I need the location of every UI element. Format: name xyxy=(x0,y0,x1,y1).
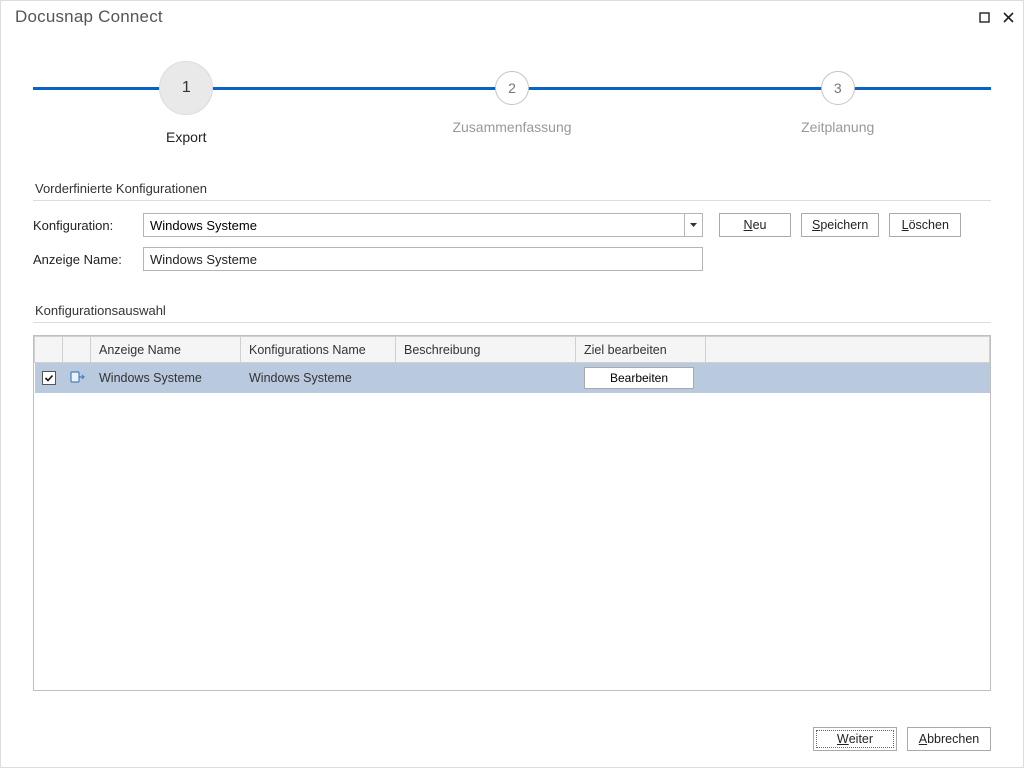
edit-row-button[interactable]: Bearbeiten xyxy=(584,367,694,389)
row-spacer xyxy=(706,363,990,394)
titlebar: Docusnap Connect xyxy=(1,1,1023,33)
step-label-1: Export xyxy=(86,129,286,145)
section-predef-title: Vorderfinierte Konfigurationen xyxy=(33,173,991,201)
save-button[interactable]: Speichern xyxy=(801,213,879,237)
window-title: Docusnap Connect xyxy=(15,7,163,27)
row-config: Konfiguration: Neu Speichern Löschen xyxy=(33,213,991,237)
section-select-title: Konfigurationsauswahl xyxy=(33,295,991,323)
row-edit-cell: Bearbeiten xyxy=(576,363,706,394)
row-icon-cell xyxy=(63,363,91,394)
grid-header-spacer xyxy=(706,337,990,363)
chevron-down-icon[interactable] xyxy=(684,214,702,236)
delete-button[interactable]: Löschen xyxy=(889,213,961,237)
config-label: Konfiguration: xyxy=(33,218,143,233)
displayname-input[interactable] xyxy=(143,247,703,271)
export-icon xyxy=(69,374,85,388)
row-checkbox-cell[interactable] xyxy=(35,363,63,394)
wizard-step-1[interactable]: 1 Export xyxy=(86,53,286,145)
config-side-buttons: Neu Speichern Löschen xyxy=(719,213,961,237)
step-label-2: Zusammenfassung xyxy=(412,119,612,135)
grid-header-check xyxy=(35,337,63,363)
title-strong: Docusnap xyxy=(15,7,93,26)
wizard-steps: 1 Export 2 Zusammenfassung 3 Zeitplanung xyxy=(33,53,991,163)
wizard-step-3[interactable]: 3 Zeitplanung xyxy=(738,53,938,135)
grid-header-row: Anzeige Name Konfigurations Name Beschre… xyxy=(35,337,990,363)
config-grid: Anzeige Name Konfigurations Name Beschre… xyxy=(33,335,991,691)
grid-header-configname[interactable]: Konfigurations Name xyxy=(241,337,396,363)
step-circle-3: 3 xyxy=(821,71,855,105)
new-button[interactable]: Neu xyxy=(719,213,791,237)
row-description xyxy=(396,363,576,394)
title-light: Connect xyxy=(98,7,163,26)
row-displayname: Windows Systeme xyxy=(91,363,241,394)
config-dropdown-input[interactable] xyxy=(144,214,684,236)
step-circle-2: 2 xyxy=(495,71,529,105)
maximize-icon[interactable] xyxy=(977,10,991,24)
step-label-3: Zeitplanung xyxy=(738,119,938,135)
grid-header-edittarget[interactable]: Ziel bearbeiten xyxy=(576,337,706,363)
cancel-button[interactable]: Abbrechen xyxy=(907,727,991,751)
row-displayname: Anzeige Name: xyxy=(33,247,991,271)
checkbox-icon[interactable] xyxy=(42,371,56,385)
row-configname: Windows Systeme xyxy=(241,363,396,394)
grid-row[interactable]: Windows Systeme Windows Systeme Bearbeit… xyxy=(35,363,990,394)
config-dropdown[interactable] xyxy=(143,213,703,237)
step-circle-1: 1 xyxy=(159,61,213,115)
window-controls xyxy=(977,10,1015,24)
displayname-label: Anzeige Name: xyxy=(33,252,143,267)
grid-header-icon xyxy=(63,337,91,363)
footer-buttons: Weiter Abbrechen xyxy=(813,727,991,751)
wizard-step-2[interactable]: 2 Zusammenfassung xyxy=(412,53,612,135)
grid-header-description[interactable]: Beschreibung xyxy=(396,337,576,363)
close-icon[interactable] xyxy=(1001,10,1015,24)
next-button[interactable]: Weiter xyxy=(813,727,897,751)
grid-header-displayname[interactable]: Anzeige Name xyxy=(91,337,241,363)
